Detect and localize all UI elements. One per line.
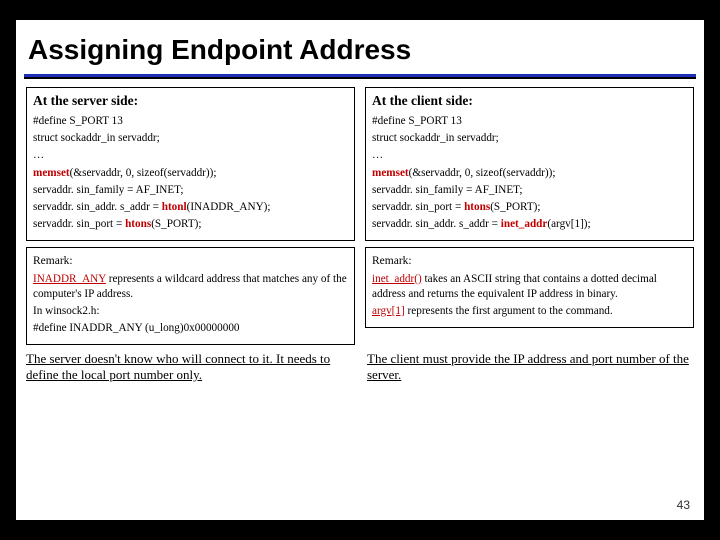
client-line-4: memset(&servaddr, 0, sizeof(servaddr)); (372, 166, 687, 181)
server-remark-heading: Remark: (33, 254, 348, 270)
server-line-5: servaddr. sin_family = AF_INET; (33, 183, 348, 198)
page-number: 43 (677, 498, 690, 512)
client-column: At the client side: #define S_PORT 13 st… (365, 87, 694, 345)
server-line-6a: servaddr. sin_addr. s_addr = (33, 201, 162, 213)
inet-addr-keyword: inet_addr (501, 218, 548, 230)
argv1-keyword: argv[1] (372, 305, 405, 317)
slide: Assigning Endpoint Address At the server… (16, 20, 704, 520)
client-line-7: servaddr. sin_addr. s_addr = inet_addr(a… (372, 217, 687, 232)
client-line-6: servaddr. sin_port = htons(S_PORT); (372, 200, 687, 215)
server-line-2: struct sockaddr_in servaddr; (33, 131, 348, 146)
server-line-7: servaddr. sin_port = htons(S_PORT); (33, 217, 348, 232)
server-remark-box: Remark: INADDR_ANY represents a wildcard… (26, 247, 355, 345)
client-line-3: … (372, 148, 687, 163)
client-remark-2b: represents the first argument to the com… (405, 305, 613, 317)
server-line-6c: (INADDR_ANY); (187, 201, 271, 213)
client-line-5: servaddr. sin_family = AF_INET; (372, 183, 687, 198)
server-column: At the server side: #define S_PORT 13 st… (26, 87, 355, 345)
server-line-3: … (33, 148, 348, 163)
htonl-keyword: htonl (162, 201, 187, 213)
client-line-7c: (argv[1]); (547, 218, 590, 230)
server-remark-3: #define INADDR_ANY (u_long)0x00000000 (33, 321, 348, 336)
client-line-6c: (S_PORT); (490, 201, 540, 213)
footer-row: The server doesn't know who will connect… (16, 345, 704, 384)
memset-keyword-client: memset (372, 167, 409, 179)
server-footer-note: The server doesn't know who will connect… (26, 351, 353, 384)
client-line-1: #define S_PORT 13 (372, 114, 687, 129)
inet-addr-remark-keyword: inet_addr() (372, 273, 422, 285)
server-line-7c: (S_PORT); (151, 218, 201, 230)
client-heading: At the client side: (372, 92, 687, 110)
inaddr-any-keyword: INADDR_ANY (33, 273, 106, 285)
client-line-4b: (&servaddr, 0, sizeof(servaddr)); (409, 167, 556, 179)
memset-keyword: memset (33, 167, 70, 179)
client-line-2: struct sockaddr_in servaddr; (372, 131, 687, 146)
client-line-6a: servaddr. sin_port = (372, 201, 464, 213)
server-remark-1: INADDR_ANY represents a wildcard address… (33, 272, 348, 302)
server-line-1: #define S_PORT 13 (33, 114, 348, 129)
server-line-4b: (&servaddr, 0, sizeof(servaddr)); (70, 167, 217, 179)
client-remark-1: inet_addr() takes an ASCII string that c… (372, 272, 687, 302)
columns: At the server side: #define S_PORT 13 st… (16, 79, 704, 345)
client-code-box: At the client side: #define S_PORT 13 st… (365, 87, 694, 241)
server-line-6: servaddr. sin_addr. s_addr = htonl(INADD… (33, 200, 348, 215)
slide-title: Assigning Endpoint Address (16, 20, 704, 70)
client-remark-heading: Remark: (372, 254, 687, 270)
server-line-4: memset(&servaddr, 0, sizeof(servaddr)); (33, 166, 348, 181)
client-remark-box: Remark: inet_addr() takes an ASCII strin… (365, 247, 694, 328)
htons-keyword-client: htons (464, 201, 490, 213)
client-remark-2: argv[1] represents the first argument to… (372, 304, 687, 319)
client-footer-note: The client must provide the IP address a… (367, 351, 694, 384)
server-code-box: At the server side: #define S_PORT 13 st… (26, 87, 355, 241)
server-remark-2: In winsock2.h: (33, 304, 348, 319)
client-line-7a: servaddr. sin_addr. s_addr = (372, 218, 501, 230)
server-line-7a: servaddr. sin_port = (33, 218, 125, 230)
server-heading: At the server side: (33, 92, 348, 110)
htons-keyword: htons (125, 218, 151, 230)
